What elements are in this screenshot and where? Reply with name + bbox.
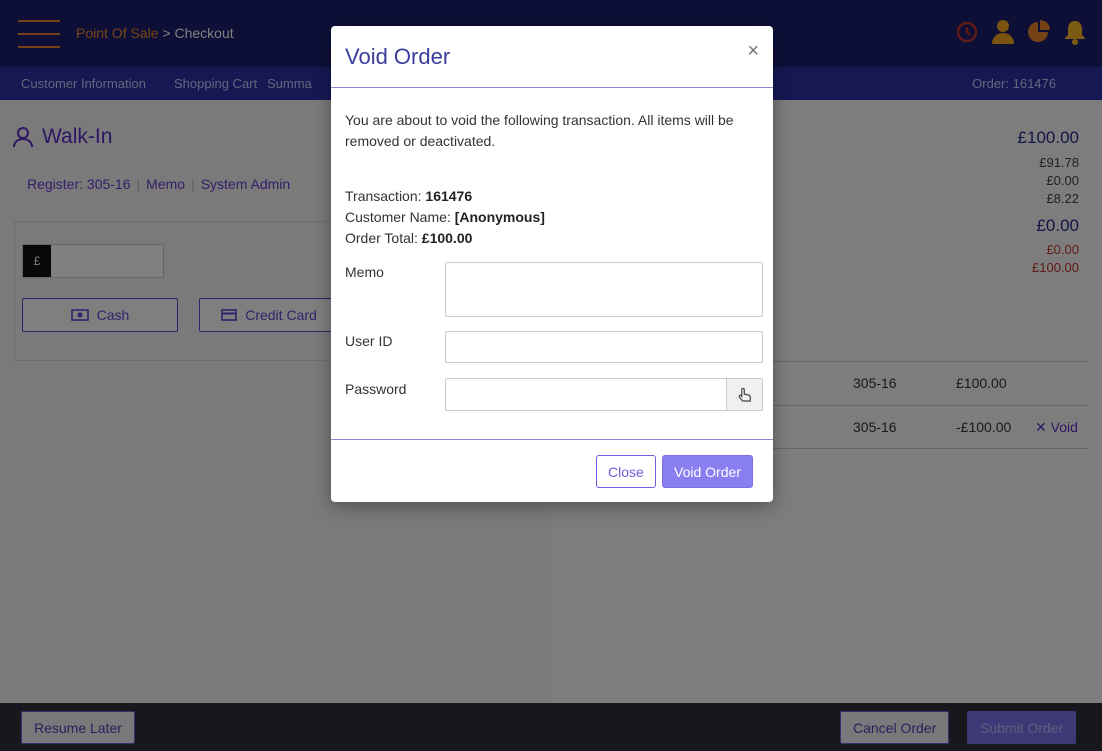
dialog-message: You are about to void the following tran… <box>345 112 734 149</box>
password-label: Password <box>345 381 407 397</box>
dialog-body: You are about to void the following tran… <box>331 88 773 440</box>
order-total-info: Order Total: £100.00 <box>345 230 473 246</box>
user-id-label: User ID <box>345 333 393 349</box>
close-icon[interactable]: × <box>747 40 759 63</box>
customer-info: Customer Name: [Anonymous] <box>345 209 545 225</box>
password-field[interactable] <box>445 378 763 411</box>
void-order-button[interactable]: Void Order <box>662 455 753 488</box>
pointer-hand-icon[interactable] <box>726 379 762 410</box>
dialog-header: Void Order × <box>331 26 773 88</box>
dialog-title: Void Order <box>345 44 451 69</box>
memo-label: Memo <box>345 264 384 280</box>
transaction-info: Transaction: 161476 <box>345 188 473 204</box>
user-id-field[interactable] <box>445 331 763 363</box>
void-order-dialog: Void Order × You are about to void the f… <box>331 26 773 502</box>
memo-field[interactable] <box>445 262 763 317</box>
close-button[interactable]: Close <box>596 455 656 488</box>
dialog-footer: Close Void Order <box>331 440 773 502</box>
